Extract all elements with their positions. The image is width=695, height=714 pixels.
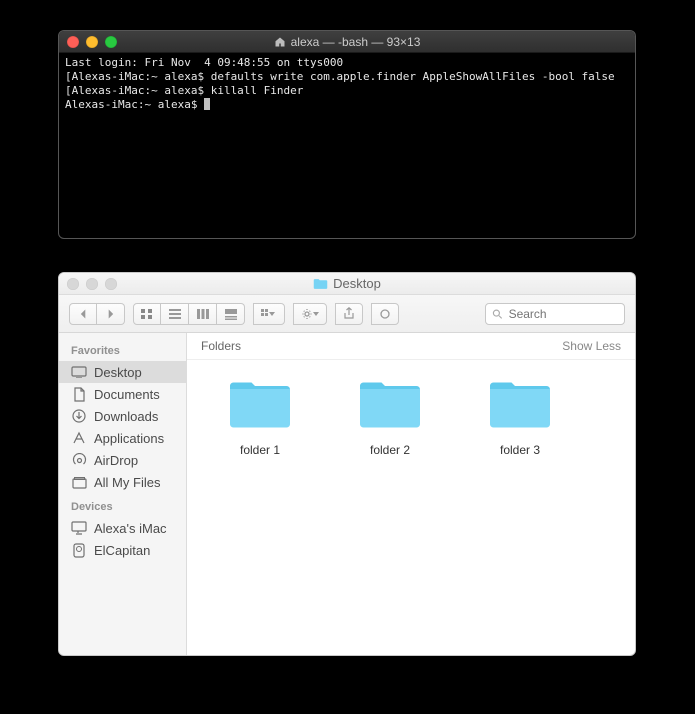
zoom-button[interactable] xyxy=(105,36,117,48)
section-toggle[interactable]: Show Less xyxy=(562,339,621,353)
sidebar-item-label: Desktop xyxy=(94,365,142,380)
sidebar-header-favorites: Favorites xyxy=(59,337,186,361)
folder-label: folder 2 xyxy=(345,443,435,457)
forward-button[interactable] xyxy=(97,303,125,325)
folder-icon xyxy=(356,378,424,432)
sidebar-item-label: AirDrop xyxy=(94,453,138,468)
sidebar-item-imac[interactable]: Alexa's iMac xyxy=(59,517,186,539)
coverflow-view-button[interactable] xyxy=(217,303,245,325)
sidebar-header-devices: Devices xyxy=(59,493,186,517)
search-input[interactable] xyxy=(507,306,618,322)
terminal-line: Last login: Fri Nov 4 09:48:55 on ttys00… xyxy=(65,56,343,69)
sidebar-item-label: ElCapitan xyxy=(94,543,150,558)
terminal-body[interactable]: Last login: Fri Nov 4 09:48:55 on ttys00… xyxy=(59,53,635,115)
disk-icon xyxy=(71,542,87,558)
search-icon xyxy=(492,308,503,320)
tags-segment xyxy=(371,303,399,325)
section-bar: Folders Show Less xyxy=(187,333,635,360)
folder-label: folder 3 xyxy=(475,443,565,457)
sidebar-item-downloads[interactable]: Downloads xyxy=(59,405,186,427)
close-button[interactable] xyxy=(67,36,79,48)
home-icon xyxy=(274,36,286,48)
terminal-title: alexa — -bash — 93×13 xyxy=(291,35,421,49)
minimize-button[interactable] xyxy=(86,36,98,48)
terminal-window: alexa — -bash — 93×13 Last login: Fri No… xyxy=(58,30,636,239)
sidebar-item-label: Documents xyxy=(94,387,160,402)
arrange-segment xyxy=(253,303,285,325)
finder-titlebar[interactable]: Desktop xyxy=(59,273,635,295)
folder-item[interactable]: folder 1 xyxy=(215,378,305,457)
icon-view-button[interactable] xyxy=(133,303,161,325)
content-area: Folders Show Less folder 1 folder 2 fold… xyxy=(187,333,635,655)
terminal-line: [Alexas-iMac:~ alexa$ defaults write com… xyxy=(65,70,636,83)
terminal-prompt: Alexas-iMac:~ alexa$ xyxy=(65,98,204,111)
folder-item[interactable]: folder 2 xyxy=(345,378,435,457)
finder-toolbar xyxy=(59,295,635,333)
nav-segment xyxy=(69,303,125,325)
folder-icon xyxy=(486,378,554,432)
sidebar-item-label: Applications xyxy=(94,431,164,446)
action-segment xyxy=(293,303,327,325)
cursor xyxy=(204,98,210,110)
share-segment xyxy=(335,303,363,325)
sidebar-item-documents[interactable]: Documents xyxy=(59,383,186,405)
view-segment xyxy=(133,303,245,325)
sidebar-item-allmyfiles[interactable]: All My Files xyxy=(59,471,186,493)
sidebar: Favorites Desktop Documents Downloads Ap… xyxy=(59,333,187,655)
downloads-icon xyxy=(71,408,87,424)
sidebar-item-applications[interactable]: Applications xyxy=(59,427,186,449)
section-title: Folders xyxy=(201,339,241,353)
sidebar-item-label: All My Files xyxy=(94,475,160,490)
minimize-button[interactable] xyxy=(86,278,98,290)
sidebar-item-airdrop[interactable]: AirDrop xyxy=(59,449,186,471)
search-field[interactable] xyxy=(485,303,625,325)
finder-window: Desktop xyxy=(58,272,636,656)
sidebar-item-desktop[interactable]: Desktop xyxy=(59,361,186,383)
tags-button[interactable] xyxy=(371,303,399,325)
imac-icon xyxy=(71,520,87,536)
folder-icon xyxy=(313,278,328,290)
sidebar-item-elcapitan[interactable]: ElCapitan xyxy=(59,539,186,561)
folder-item[interactable]: folder 3 xyxy=(475,378,565,457)
action-button[interactable] xyxy=(293,303,327,325)
arrange-button[interactable] xyxy=(253,303,285,325)
list-view-button[interactable] xyxy=(161,303,189,325)
column-view-button[interactable] xyxy=(189,303,217,325)
sidebar-item-label: Downloads xyxy=(94,409,158,424)
desktop-icon xyxy=(71,364,87,380)
folder-label: folder 1 xyxy=(215,443,305,457)
document-icon xyxy=(71,386,87,402)
zoom-button[interactable] xyxy=(105,278,117,290)
applications-icon xyxy=(71,430,87,446)
terminal-line: [Alexas-iMac:~ alexa$ killall Finder ] xyxy=(65,84,636,97)
folder-icon xyxy=(226,378,294,432)
allfiles-icon xyxy=(71,474,87,490)
close-button[interactable] xyxy=(67,278,79,290)
back-button[interactable] xyxy=(69,303,97,325)
sidebar-item-label: Alexa's iMac xyxy=(94,521,167,536)
airdrop-icon xyxy=(71,452,87,468)
share-button[interactable] xyxy=(335,303,363,325)
terminal-titlebar[interactable]: alexa — -bash — 93×13 xyxy=(59,31,635,53)
finder-title: Desktop xyxy=(333,276,381,291)
folders-area: folder 1 folder 2 folder 3 xyxy=(187,360,635,655)
